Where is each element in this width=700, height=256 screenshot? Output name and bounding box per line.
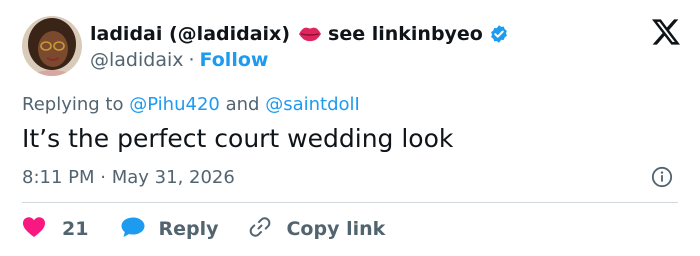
timestamp-separator: · [100, 167, 106, 188]
link-icon [248, 215, 272, 244]
tweet-text: It’s the perfect court wedding look [22, 124, 454, 153]
lips-icon [298, 25, 322, 43]
author-handle[interactable]: @ladidaix [90, 49, 184, 71]
replying-conjunction: and [225, 94, 260, 115]
copy-link-label: Copy link [286, 218, 386, 240]
author-name-row: ladidai (@ladidaix) see linkinbyeo [90, 20, 509, 48]
avatar[interactable] [22, 16, 82, 76]
heart-icon [22, 216, 46, 243]
replying-prefix: Replying to [22, 94, 124, 115]
reply-label: Reply [158, 218, 219, 240]
author-handle-row: @ladidaix · Follow [90, 46, 268, 74]
like-button[interactable]: 21 [22, 216, 88, 243]
info-icon[interactable] [651, 166, 673, 192]
copy-link-button[interactable]: Copy link [248, 215, 385, 244]
author-name-suffix: see linkinbyeo [328, 23, 483, 45]
verified-badge-icon [489, 24, 509, 44]
tweet-date: May 31, 2026 [111, 167, 235, 188]
action-bar: 21 Reply Copy link [22, 214, 385, 244]
tweet-time: 8:11 PM [22, 167, 95, 188]
divider [22, 202, 678, 203]
tweet-timestamp[interactable]: 8:11 PM · May 31, 2026 [22, 164, 235, 192]
like-count: 21 [62, 218, 89, 240]
reply-button[interactable]: Reply [120, 216, 218, 243]
mention-link[interactable]: @Pihu420 [129, 94, 220, 115]
handle-separator: · [188, 49, 195, 71]
follow-button[interactable]: Follow [200, 49, 269, 71]
author-display-name[interactable]: ladidai (@ladidaix) [90, 20, 290, 48]
replying-to-line: Replying to @Pihu420 and @saintdolI [22, 92, 360, 118]
speech-bubble-icon [120, 216, 146, 243]
avatar-image [22, 16, 82, 76]
x-logo-icon[interactable] [652, 18, 680, 50]
mention-link[interactable]: @saintdolI [265, 94, 360, 115]
